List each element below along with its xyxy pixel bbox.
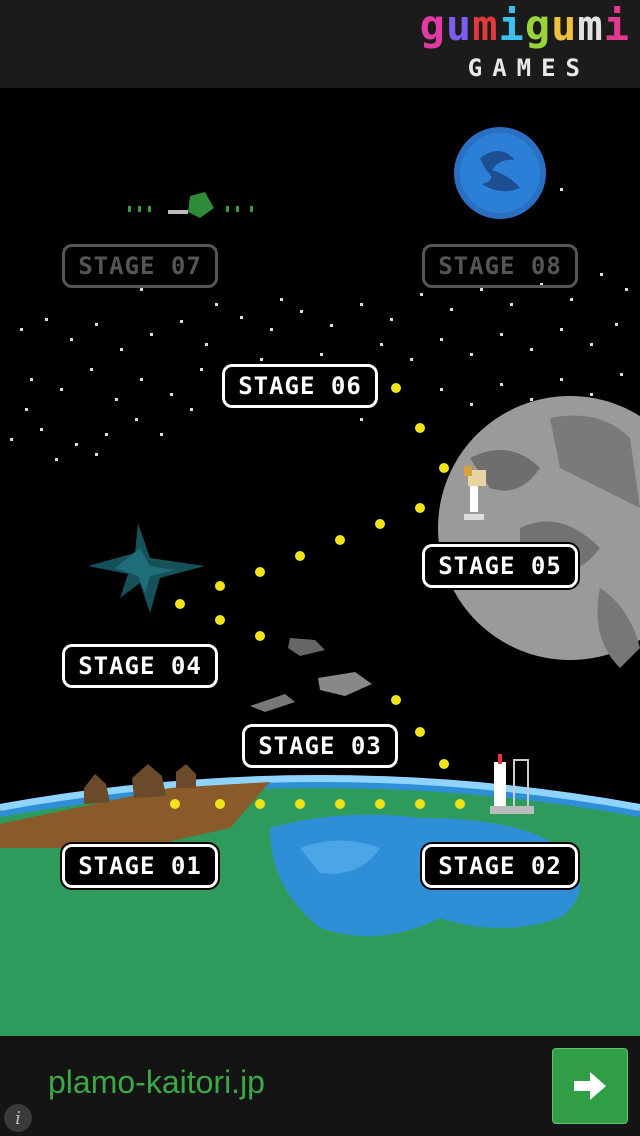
ad-banner[interactable]: plamo-kaitori.jp i xyxy=(0,1036,640,1136)
brand-subtitle: GAMES xyxy=(467,54,590,82)
earth-surface xyxy=(0,775,640,1036)
top-banner: gumigumi GAMES xyxy=(0,0,640,88)
teal-spaceship xyxy=(88,523,205,613)
logo-letter: u xyxy=(445,1,473,50)
logo-letter: i xyxy=(498,1,525,50)
logo-letter: g xyxy=(524,1,552,50)
alien-ship xyxy=(128,192,253,218)
stage-map: STAGE 07 STAGE 08 STAGE 06 STAGE 05 STAG… xyxy=(0,88,640,1036)
brand-logo-text: gumigumi xyxy=(420,2,630,50)
stage-02-button[interactable]: STAGE 02 xyxy=(420,842,580,890)
stage-05-button[interactable]: STAGE 05 xyxy=(420,542,580,590)
info-icon[interactable]: i xyxy=(4,1104,32,1132)
stage-06-button[interactable]: STAGE 06 xyxy=(220,362,380,410)
moon xyxy=(438,396,640,668)
logo-letter: m xyxy=(577,1,604,50)
grey-debris xyxy=(250,638,372,712)
stage-08-button[interactable]: STAGE 08 xyxy=(422,244,578,288)
stage-03-button[interactable]: STAGE 03 xyxy=(240,722,400,770)
stage-01-button[interactable]: STAGE 01 xyxy=(60,842,220,890)
arrow-right-icon xyxy=(574,1072,606,1100)
logo-letter: g xyxy=(419,1,446,50)
logo-letter: m xyxy=(472,1,499,50)
logo-letter: i xyxy=(603,1,630,50)
stage-04-button[interactable]: STAGE 04 xyxy=(60,642,220,690)
blue-planet xyxy=(454,127,546,219)
stage-07-button[interactable]: STAGE 07 xyxy=(62,244,218,288)
ad-text[interactable]: plamo-kaitori.jp xyxy=(48,1064,265,1101)
gumigumi-games-logo: gumigumi GAMES xyxy=(420,2,630,83)
logo-letter: u xyxy=(551,1,578,50)
ad-open-button[interactable] xyxy=(552,1048,628,1124)
